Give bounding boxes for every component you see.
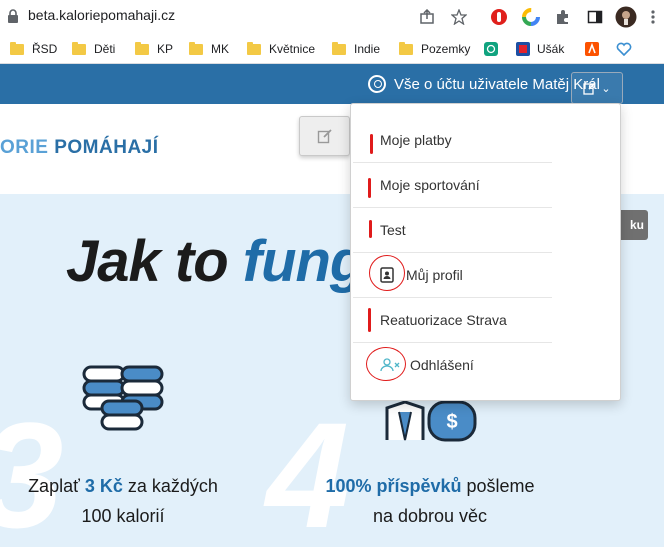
profile-avatar-icon[interactable]: [615, 6, 637, 28]
bookmark-usak[interactable]: Ušák: [516, 40, 564, 58]
step3-text: Zaplať 3 Kč za každých 100 kalorií: [8, 471, 238, 531]
step3-post: za každých: [122, 476, 218, 496]
chatgpt-icon: [484, 42, 498, 56]
headline-part1: Jak to: [66, 229, 243, 294]
user-circle-icon: [368, 75, 386, 93]
bookmark-folder[interactable]: ŘSD: [10, 40, 57, 58]
headline-part2: fung: [242, 229, 366, 294]
menu-item-label: Můj profil: [406, 267, 463, 283]
step3-highlight: 3 Kč: [84, 476, 123, 496]
step3-pre: Zaplať: [28, 476, 85, 496]
bookmark-folder[interactable]: MK: [189, 40, 229, 58]
folder-icon: [399, 41, 413, 55]
folder-icon: [72, 41, 86, 55]
bookmarks-bar: ŘSD Děti KP MK Květnice Indie Pozemky Uš…: [0, 34, 664, 64]
folder-icon: [10, 41, 24, 55]
folder-icon: [189, 41, 203, 55]
edit-icon: [583, 82, 596, 95]
bookmark-label: Květnice: [269, 42, 316, 56]
account-menu-toggle[interactable]: Vše o účtu uživatele Matěj Král: [368, 72, 600, 96]
browser-window: beta.kaloriepomahaji.cz ŘSD Děti KP MK K…: [0, 0, 664, 547]
bookmark-label: Pozemky: [421, 42, 471, 56]
bookmark-folder[interactable]: Indie: [332, 40, 380, 58]
menu-item-label: Test: [380, 222, 406, 238]
menu-item-label: Moje sportování: [380, 177, 480, 193]
account-dropdown-menu: Moje platby Moje sportování Test Můj pro…: [350, 103, 621, 401]
step4-highlight: 100% příspěvků: [325, 476, 462, 496]
strava-icon: [585, 42, 599, 56]
account-label: Vše o účtu uživatele Matěj Král: [394, 75, 600, 93]
menu-item-label: Reatuorizace Strava: [380, 312, 507, 328]
bookmark-chatgpt[interactable]: [484, 40, 498, 58]
bookmark-label: ŘSD: [32, 42, 58, 56]
step4-line2: na dobrou věc: [372, 506, 488, 526]
step3-line2: 100 kalorií: [81, 506, 165, 526]
heart-icon: [616, 42, 632, 56]
menu-item-label: Odhlášení: [410, 357, 474, 373]
address-bar: beta.kaloriepomahaji.cz: [0, 0, 664, 34]
bookmark-star-icon[interactable]: [448, 6, 470, 28]
folder-icon: [247, 41, 261, 55]
menu-dots-icon[interactable]: [642, 6, 664, 28]
donation-icon: $: [385, 400, 477, 442]
site-logo[interactable]: ORIE POMÁHAJÍ: [0, 137, 159, 159]
step4-text: 100% příspěvků pošleme na dobrou věc: [300, 471, 560, 531]
hero-headline: Jak to fung: [66, 228, 366, 295]
annotation-mark: [369, 220, 372, 238]
menu-item-moje-platby[interactable]: Moje platby: [351, 118, 622, 162]
folder-icon: [332, 41, 346, 55]
side-panel-icon[interactable]: [584, 6, 606, 28]
url-text[interactable]: beta.kaloriepomahaji.cz: [28, 7, 175, 23]
bookmark-folder[interactable]: KP: [135, 40, 173, 58]
bookmark-label: Ušák: [537, 42, 565, 56]
bookmark-strava[interactable]: [585, 40, 599, 58]
step3-line1: Zaplať 3 Kč za každých: [8, 471, 238, 501]
logo-part1: ORIE: [0, 137, 49, 158]
edit-button-floating[interactable]: [299, 116, 350, 156]
menu-item-moje-sportovani[interactable]: Moje sportování: [351, 163, 622, 207]
edit-button-top[interactable]: ⌄: [571, 72, 623, 104]
bookmark-folder[interactable]: Květnice: [247, 40, 315, 58]
usak-icon: [516, 42, 530, 56]
extensions-puzzle-icon[interactable]: [552, 6, 574, 28]
bookmark-label: MK: [211, 42, 229, 56]
annotation-circle: [366, 347, 406, 381]
bookmark-label: KP: [157, 42, 174, 56]
annotation-mark: [368, 178, 371, 198]
menu-item-test[interactable]: Test: [351, 208, 622, 252]
menu-item-reautorizace-strava[interactable]: Reatuorizace Strava: [351, 298, 622, 342]
step4-line1: 100% příspěvků pošleme: [300, 471, 560, 501]
bookmark-heart[interactable]: [616, 40, 632, 58]
menu-item-label: Moje platby: [380, 132, 452, 148]
share-icon[interactable]: [416, 6, 438, 28]
bookmark-folder[interactable]: Pozemky: [399, 40, 470, 58]
edit-icon: [317, 129, 332, 144]
dollar-sign-label: $: [446, 411, 457, 433]
chevron-down-icon: ⌄: [601, 82, 611, 95]
annotation-circle: [369, 255, 405, 291]
annotation-mark: [368, 308, 371, 332]
bookmark-folder[interactable]: Děti: [72, 40, 115, 58]
lock-icon[interactable]: [6, 8, 20, 24]
extension-red-icon[interactable]: [488, 6, 510, 28]
bookmark-label: Indie: [354, 42, 381, 56]
database-icon: [82, 365, 164, 431]
annotation-mark: [370, 134, 373, 154]
extension-color-icon[interactable]: [520, 6, 542, 28]
logo-part2: POMÁHAJÍ: [54, 137, 159, 158]
bookmark-label: Děti: [94, 42, 116, 56]
step4-post: pošleme: [461, 476, 535, 496]
folder-icon: [135, 41, 149, 55]
